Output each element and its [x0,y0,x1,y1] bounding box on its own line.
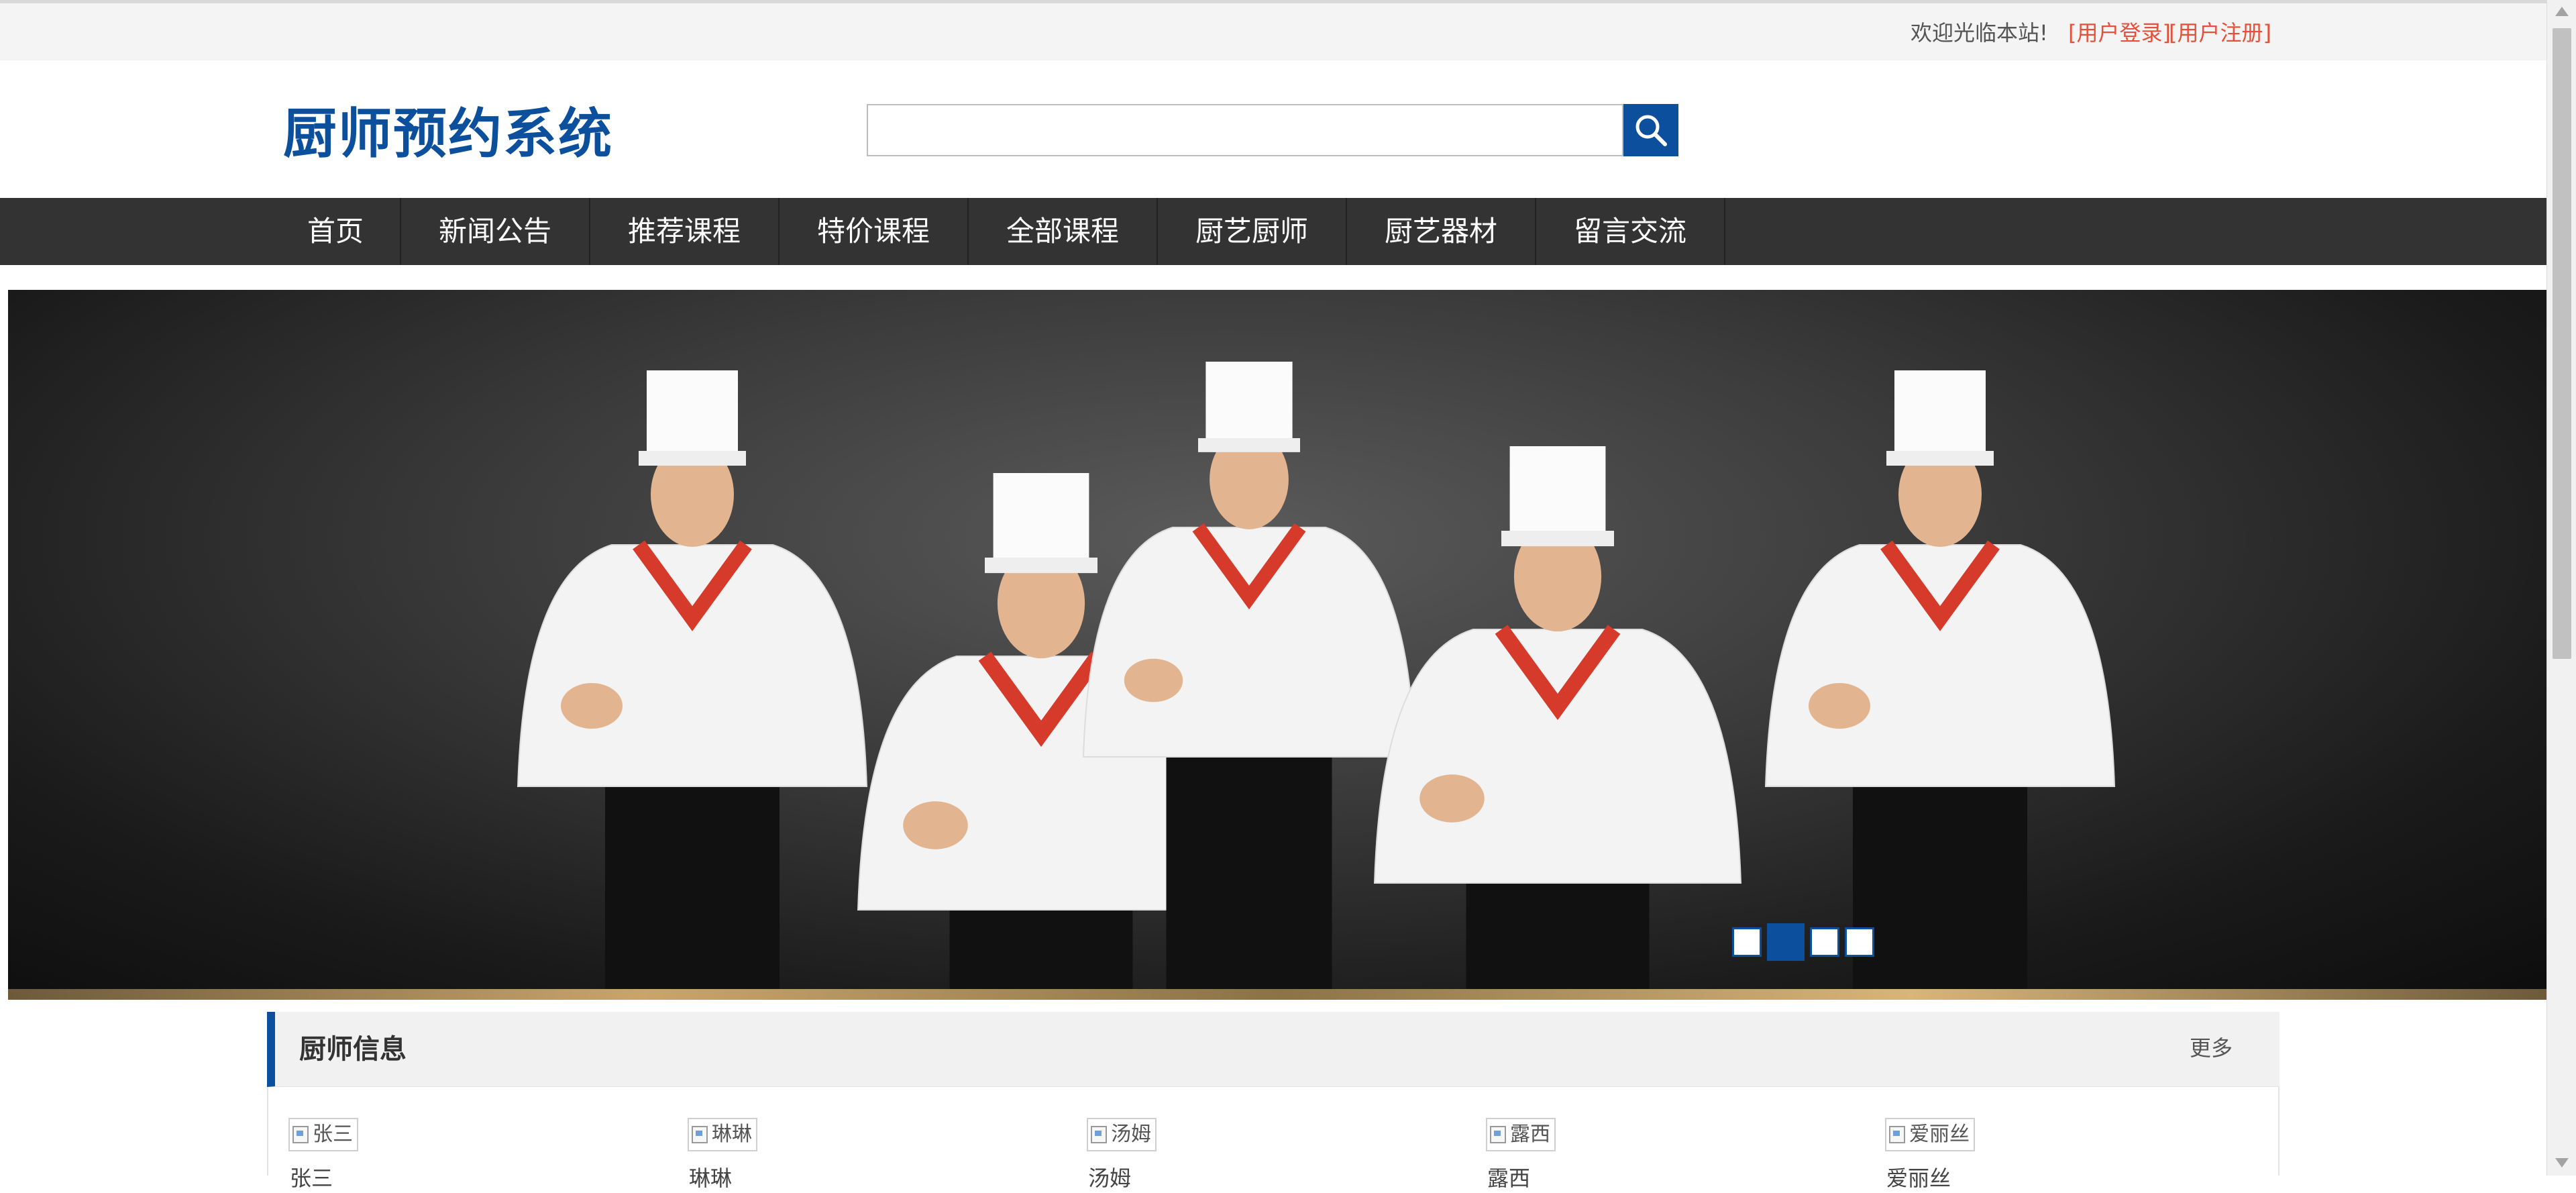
chef-card[interactable]: 露西 露西 [1486,1118,1862,1191]
nav-item[interactable]: 首页 [288,198,401,265]
chef-name[interactable]: 琳琳 [689,1163,732,1193]
chef-thumbs-up [903,801,968,849]
broken-image-icon [1091,1126,1107,1143]
chef-hat-band [1198,438,1300,452]
carousel-dot[interactable] [1810,927,1839,957]
chef-thumbs-up [1809,683,1870,729]
chef-jacket [517,544,868,787]
search-input[interactable] [867,104,1623,156]
chef-section-header: 厨师信息 更多 [267,1012,2279,1087]
chef-photo-alt: 琳琳 [712,1123,752,1146]
chef-photo[interactable]: 汤姆 [1087,1118,1157,1151]
search-icon [1635,115,1667,146]
carousel-indicators [1732,923,1880,961]
chef-hat-band [1886,451,1994,466]
chef-name[interactable]: 汤姆 [1088,1163,1131,1193]
nav-item[interactable]: 新闻公告 [401,198,590,265]
chef-jacket [1764,544,2116,787]
chef-photo-alt: 汤姆 [1111,1123,1151,1146]
chef-jacket [1373,629,1742,884]
chef-thumbs-up [561,683,623,729]
chef-hat [647,370,738,461]
chef-photo[interactable]: 露西 [1486,1118,1556,1151]
broken-image-icon [1490,1126,1506,1143]
chef-list: 张三 张三 琳琳 琳琳 汤姆 汤姆 露西 露西 爱丽丝 爱丽丝 [267,1087,2279,1191]
chef-photo-alt: 张三 [313,1123,353,1146]
chef-hat [1894,370,1986,461]
scroll-up-arrow[interactable] [2555,7,2569,16]
chef-jacket [1082,527,1416,758]
page-scrollbar[interactable] [2546,0,2576,1176]
chefs-group-photo [517,362,2116,1000]
chef-name[interactable]: 爱丽丝 [1886,1163,1951,1193]
chef-card[interactable]: 张三 张三 [288,1118,664,1191]
chef-photo[interactable]: 张三 [288,1118,358,1151]
hero-banner [8,290,2546,1000]
chef-hat-band [985,558,1097,574]
nav-item[interactable]: 留言交流 [1536,198,1725,265]
more-link[interactable]: 更多 [2190,1033,2233,1063]
chef-hat-band [1501,531,1614,547]
main-nav: 首页 新闻公告 推荐课程 特价课程 全部课程 厨艺厨师 厨艺器材 留言交流 [0,198,2546,265]
carousel-dot[interactable] [1767,923,1805,961]
chef-thumbs-up [1124,658,1183,703]
broken-image-icon [692,1126,708,1143]
nav-item[interactable]: 厨艺器材 [1347,198,1536,265]
chef-photo-alt: 露西 [1510,1123,1550,1146]
chef-hat-band [639,451,746,466]
broken-image-icon [1889,1126,1905,1143]
chef-name[interactable]: 张三 [290,1163,333,1193]
register-link[interactable]: [用户注册] [2169,18,2271,48]
scroll-down-arrow[interactable] [2555,1158,2569,1168]
chef-name[interactable]: 露西 [1487,1163,1530,1193]
carousel-dot[interactable] [1845,927,1874,957]
chef-hat [1205,362,1293,448]
chef-card[interactable]: 汤姆 汤姆 [1087,1118,1462,1191]
chef-photo-alt: 爱丽丝 [1909,1123,1970,1146]
top-utility-bar: 欢迎光临本站! [用户登录] [用户注册] [0,3,2546,60]
chef-card[interactable]: 爱丽丝 爱丽丝 [1885,1118,2261,1191]
login-link[interactable]: [用户登录] [2068,18,2171,48]
carousel-dot[interactable] [1732,927,1762,957]
nav-item[interactable]: 特价课程 [780,198,969,265]
chef-section-title: 厨师信息 [299,1034,407,1065]
chef-hat [993,473,1089,568]
nav-item[interactable]: 厨艺厨师 [1158,198,1347,265]
welcome-text: 欢迎光临本站! [1911,20,2048,46]
chef-thumbs-up [1419,774,1485,823]
broken-image-icon [292,1126,309,1143]
nav-list: 首页 新闻公告 推荐课程 特价课程 全部课程 厨艺厨师 厨艺器材 留言交流 [288,198,1725,265]
scroll-thumb[interactable] [2553,28,2571,659]
chef-photo[interactable]: 琳琳 [688,1118,757,1151]
chef-card[interactable]: 琳琳 琳琳 [688,1118,1063,1191]
banner-bottom-strip [8,989,2546,1000]
chef-hat [1509,446,1606,541]
nav-item[interactable]: 全部课程 [969,198,1158,265]
chef-photo[interactable]: 爱丽丝 [1885,1118,1975,1151]
search-button[interactable] [1623,104,1678,156]
nav-item[interactable]: 推荐课程 [590,198,780,265]
site-title[interactable]: 厨师预约系统 [283,101,613,168]
